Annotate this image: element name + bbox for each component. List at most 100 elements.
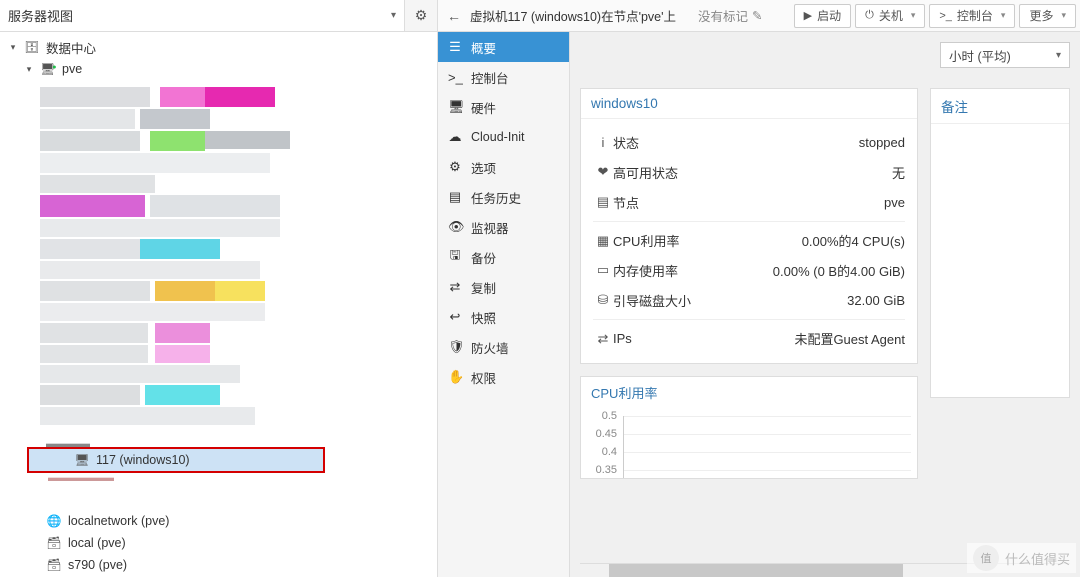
chevron-down-icon: ▾ xyxy=(391,10,396,21)
tree-storage[interactable]: 🗃 local (pve) xyxy=(0,532,437,554)
chart-title: CPU利用率 xyxy=(581,377,917,408)
chevron-down-icon: ▾ xyxy=(1056,50,1061,61)
menu-task-history[interactable]: ▤任务历史 xyxy=(438,182,569,212)
ytick: 0.35 xyxy=(587,464,617,476)
tree-storage[interactable]: 🗃 s790 (pve) xyxy=(0,554,437,576)
more-button[interactable]: 更多 xyxy=(1019,4,1076,28)
menu-label: 快照 xyxy=(471,308,496,327)
tree-storages: 🌐 localnetwork (pve) 🗃 local (pve) 🗃 s79… xyxy=(0,510,437,576)
shutdown-label: 关机 xyxy=(879,7,903,24)
info-icon: i xyxy=(593,135,613,150)
play-icon: ▶ xyxy=(804,9,812,22)
menu-cloudinit[interactable]: ☁ Cloud-Init xyxy=(438,122,569,152)
resource-tree: ▾ 🗄 数据中心 ▾ 🖥 pve xyxy=(0,32,437,577)
terminal-icon: >_ xyxy=(939,10,952,22)
timerange-selector[interactable]: 小时 (平均) ▾ xyxy=(940,42,1070,68)
menu-label: 选项 xyxy=(471,158,496,177)
globe-icon: 🌐 xyxy=(46,514,62,528)
menu-label: 任务历史 xyxy=(471,188,521,207)
memory-icon: ▭ xyxy=(593,262,613,278)
eye-icon: 👁 xyxy=(448,219,462,235)
database-icon: 🗃 xyxy=(46,536,62,550)
watermark: 值 什么值得买 xyxy=(967,543,1076,573)
cloud-icon: ☁ xyxy=(448,129,462,145)
server-view-label: 服务器视图 xyxy=(8,6,73,25)
tree-datacenter[interactable]: ▾ 🗄 数据中心 xyxy=(0,36,437,58)
terminal-icon: >_ xyxy=(448,70,462,85)
back-button[interactable]: ← xyxy=(442,8,466,24)
summary-content: 小时 (平均) ▾ windows10 i 状态 xyxy=(570,32,1080,577)
vm-title: 虚拟机117 (windows10)在节点'pve'上 xyxy=(470,6,676,25)
collapse-icon[interactable]: ▾ xyxy=(8,42,18,53)
save-icon: 🖫 xyxy=(448,246,462,268)
status-label: IPs xyxy=(613,331,723,346)
status-label: CPU利用率 xyxy=(613,231,723,250)
menu-hardware[interactable]: 🖥硬件 xyxy=(438,92,569,122)
network-icon: ⇄ xyxy=(593,331,613,347)
obscured-vm-list xyxy=(40,87,300,435)
menu-firewall[interactable]: 🛡防火墙 xyxy=(438,332,569,362)
menu-replication[interactable]: ⇄复制 xyxy=(438,272,569,302)
server-tree-pane: 服务器视图 ▾ ⚙ ▾ 🗄 数据中心 ▾ 🖥 pve xyxy=(0,0,438,577)
menu-permissions[interactable]: ✋权限 xyxy=(438,362,569,392)
arrow-left-icon: ← xyxy=(447,8,461,24)
summary-panel: windows10 i 状态 stopped ❤ 高可用状态 xyxy=(580,88,918,364)
vm-label: 117 (windows10) xyxy=(96,453,190,467)
more-label: 更多 xyxy=(1029,7,1053,24)
status-label: 引导磁盘大小 xyxy=(613,291,723,310)
console-button[interactable]: >_ 控制台 xyxy=(929,4,1015,28)
menu-console[interactable]: >_控制台 xyxy=(438,62,569,92)
menu-options[interactable]: ⚙选项 xyxy=(438,152,569,182)
status-row-ips: ⇄ IPs 未配置Guest Agent xyxy=(593,319,905,353)
status-value: 无 xyxy=(723,163,905,182)
gear-button[interactable]: ⚙ xyxy=(405,7,437,24)
server-icon: 🖥 xyxy=(40,62,56,76)
menu-backup[interactable]: 🖫备份 xyxy=(438,242,569,272)
list-icon: ☰ xyxy=(448,39,462,55)
cpu-chart-panel: CPU利用率 0.5 0.45 0.4 0.35 xyxy=(580,376,918,479)
pencil-icon: ✎ xyxy=(752,8,762,23)
start-label: 启动 xyxy=(817,7,841,24)
datacenter-icon: 🗄 xyxy=(24,40,40,54)
status-row: ⛁ 引导磁盘大小 32.00 GiB xyxy=(593,285,905,315)
cpu-icon: ▦ xyxy=(593,233,613,249)
tree-vm-selected[interactable]: 🖥 117 (windows10) xyxy=(28,448,324,472)
status-row: ▤ 节点 pve xyxy=(593,187,905,217)
menu-label: Cloud-Init xyxy=(471,130,525,144)
storage-label: s790 (pve) xyxy=(68,558,127,572)
status-row: ❤ 高可用状态 无 xyxy=(593,157,905,187)
status-row: i 状态 stopped xyxy=(593,127,905,157)
status-row: ▭ 内存使用率 0.00% (0 B的4.00 GiB) xyxy=(593,255,905,285)
tree-storage[interactable]: 🌐 localnetwork (pve) xyxy=(0,510,437,532)
gear-icon: ⚙ xyxy=(415,7,428,24)
notes-title: 备注 xyxy=(931,89,1069,124)
ytick: 0.4 xyxy=(587,446,617,458)
start-button[interactable]: ▶ 启动 xyxy=(794,4,851,28)
sync-icon: ⇄ xyxy=(448,279,462,295)
tag-editor[interactable]: 没有标记 ✎ xyxy=(698,6,763,25)
menu-monitor[interactable]: 👁监视器 xyxy=(438,212,569,242)
timerange-label: 小时 (平均) xyxy=(949,46,1011,65)
shutdown-button[interactable]: ⏻ 关机 xyxy=(855,4,925,28)
status-value: 0.00% (0 B的4.00 GiB) xyxy=(723,261,905,280)
status-row: ▦ CPU利用率 0.00%的4 CPU(s) xyxy=(593,221,905,255)
database-icon: 🗃 xyxy=(46,558,62,572)
notes-panel[interactable]: 备注 xyxy=(930,88,1070,398)
status-value: pve xyxy=(723,195,905,210)
server-view-selector[interactable]: 服务器视图 ▾ xyxy=(0,0,405,31)
collapse-icon[interactable]: ▾ xyxy=(24,64,34,75)
ytick: 0.45 xyxy=(587,428,617,440)
storage-label: localnetwork (pve) xyxy=(68,514,169,528)
menu-summary[interactable]: ☰ 概要 xyxy=(438,32,569,62)
menu-label: 概要 xyxy=(471,38,496,57)
server-view-bar: 服务器视图 ▾ ⚙ xyxy=(0,0,437,32)
building-icon: ▤ xyxy=(593,194,613,210)
vm-toolbar: ← 虚拟机117 (windows10)在节点'pve'上 没有标记 ✎ ▶ 启… xyxy=(438,0,1080,32)
tree-node-pve[interactable]: ▾ 🖥 pve xyxy=(0,58,437,80)
cpu-chart: 0.5 0.45 0.4 0.35 xyxy=(581,408,917,478)
ytick: 0.5 xyxy=(587,410,617,422)
watermark-logo-icon: 值 xyxy=(973,545,999,571)
storage-label: local (pve) xyxy=(68,536,126,550)
heartbeat-icon: ❤ xyxy=(593,164,613,180)
menu-snapshot[interactable]: ↩快照 xyxy=(438,302,569,332)
